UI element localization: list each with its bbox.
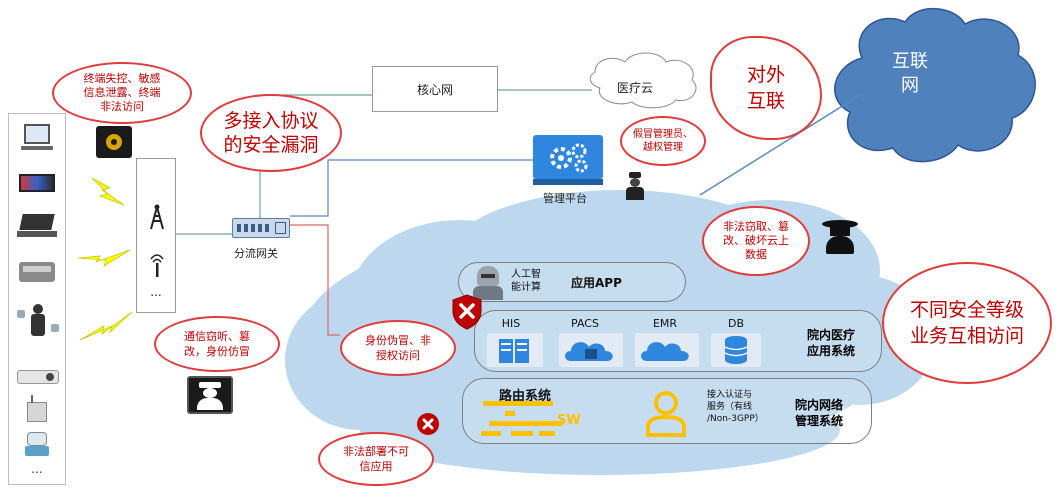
identity-threat-text: 身份伪冒、非 授权访问 [365,334,431,362]
shunt-gateway-label: 分流网关 [234,247,278,260]
shield-block-icon [450,293,484,331]
robot-terminal-icon [23,432,51,456]
device-more: ... [31,462,43,476]
shunt-gateway-icon [232,218,290,238]
cross-level-text: 不同安全等级 业务互相访问 [909,299,1024,347]
illegal-app-text: 非法部署不可 信应用 [343,445,409,473]
cell-tower-icon [147,203,167,231]
wearable-icon [17,304,59,344]
db-tile [711,333,761,367]
notebook-icon [17,214,57,240]
fake-admin-attacker-icon [624,172,646,200]
admin-threat-text: 假冒管理员、 越权管理 [633,129,693,153]
wifi-ap-icon [147,251,167,279]
admin-threat-bubble: 假冒管理员、 越权管理 [620,116,706,166]
sw-label: SW [557,413,581,428]
compromised-terminal-icon [96,126,132,158]
app-lane: 人工智 能计算 应用APP [458,262,686,302]
sensor-icon [27,395,47,422]
pacs-label: PACS [571,317,599,330]
cloud-attack-text: 非法窃取、篡 改、破坏云上 数据 [723,220,789,261]
auth-service-label: 接入认证与 服务（有线 /Non-3GPP） [707,390,764,424]
management-platform-icon [533,135,603,185]
hacker-icon [818,220,862,254]
terminal-threat-text: 终端失控、敏感 信息泄露、终端 非法访问 [83,72,161,113]
core-network-box: 核心网 [372,66,498,112]
his-server-icon [499,339,529,363]
terminal-threat-bubble: 终端失控、敏感 信息泄露、终端 非法访问 [52,62,192,124]
internet-label: 互联 网 [892,51,928,96]
comm-threat-bubble: 通信窃听、篡 改，身份仿冒 [154,316,280,372]
ap-more: ... [150,285,162,299]
app-lane-title: 应用APP [571,276,622,290]
user-auth-icon [646,391,686,437]
medical-cloud-label: 医疗云 [617,81,654,95]
his-label: HIS [501,317,521,330]
illegal-app-bubble: 非法部署不可 信应用 [318,432,434,486]
pacs-tile [559,333,623,367]
emr-label: EMR [652,317,678,330]
medical-device-icon [19,262,55,282]
database-icon [724,336,748,364]
spy-icon [187,376,233,414]
tablet-icon [19,174,55,192]
network-mgmt-lane: 路由系统 SW 接入认证与 服务（有线 /Non-3GPP） 院内网络 管理系统 [462,378,872,444]
cloud-attack-bubble: 非法窃取、篡 改、破坏云上 数据 [702,206,810,276]
protocol-threat-bubble: 多接入协议 的安全漏洞 [200,94,342,172]
terminal-device-panel: ... [8,113,66,485]
laptop-icon [21,124,53,154]
access-point-panel: ... [136,158,176,313]
ai-computing-label: 人工智 能计算 [511,269,541,293]
protocol-threat-text: 多接入协议 的安全漏洞 [223,110,319,156]
emr-tile [635,333,699,367]
identity-threat-bubble: 身份伪冒、非 授权访问 [340,320,456,376]
camera-icon [17,370,59,384]
emr-cloud-icon [641,342,689,361]
pacs-cloud-icon [565,342,613,361]
external-threat-text: 对外 互联 [746,64,785,112]
management-platform-label: 管理平台 [543,192,587,205]
cross-level-bubble: 不同安全等级 业务互相访问 [882,262,1052,384]
his-tile [487,333,543,367]
medical-apps-title: 院内医疗 应用系统 [806,328,855,358]
comm-threat-text: 通信窃听、篡 改，身份仿冒 [184,330,250,358]
db-label: DB [727,317,745,330]
medical-apps-lane: HIS PACS EMR DB 院内医疗 应用系统 [474,310,882,372]
network-mgmt-title: 院内网络 管理系统 [794,398,843,428]
deny-icon [417,413,439,435]
